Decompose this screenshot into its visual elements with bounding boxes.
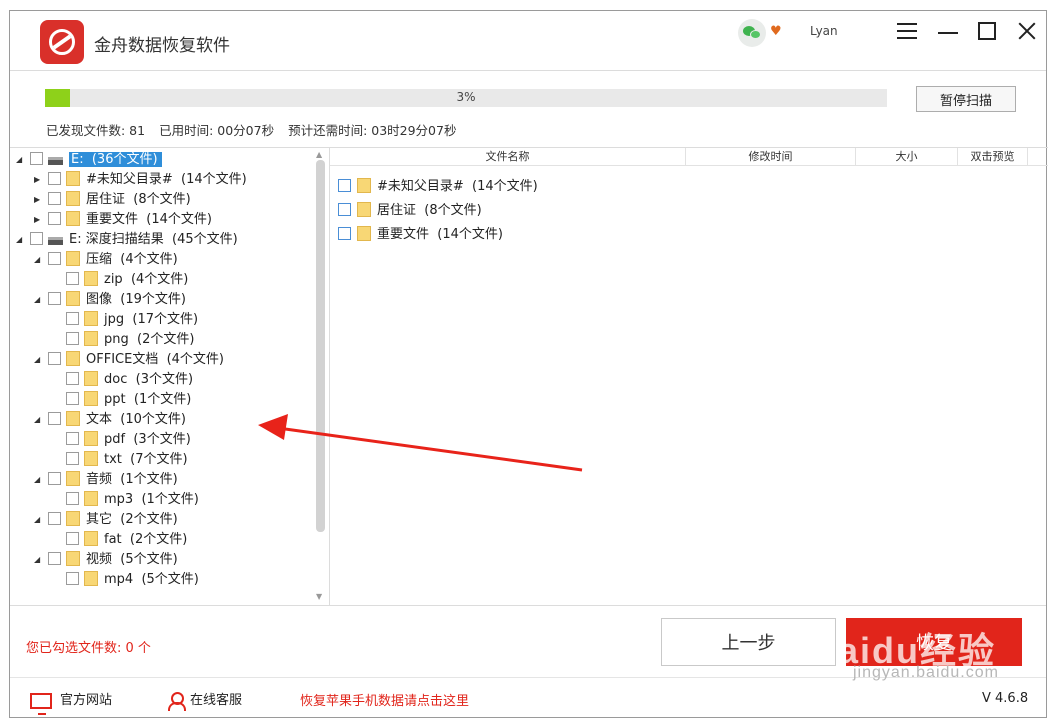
watermark-url: jingyan.baidu.com — [853, 664, 999, 681]
annotation-arrow-icon — [258, 414, 583, 472]
